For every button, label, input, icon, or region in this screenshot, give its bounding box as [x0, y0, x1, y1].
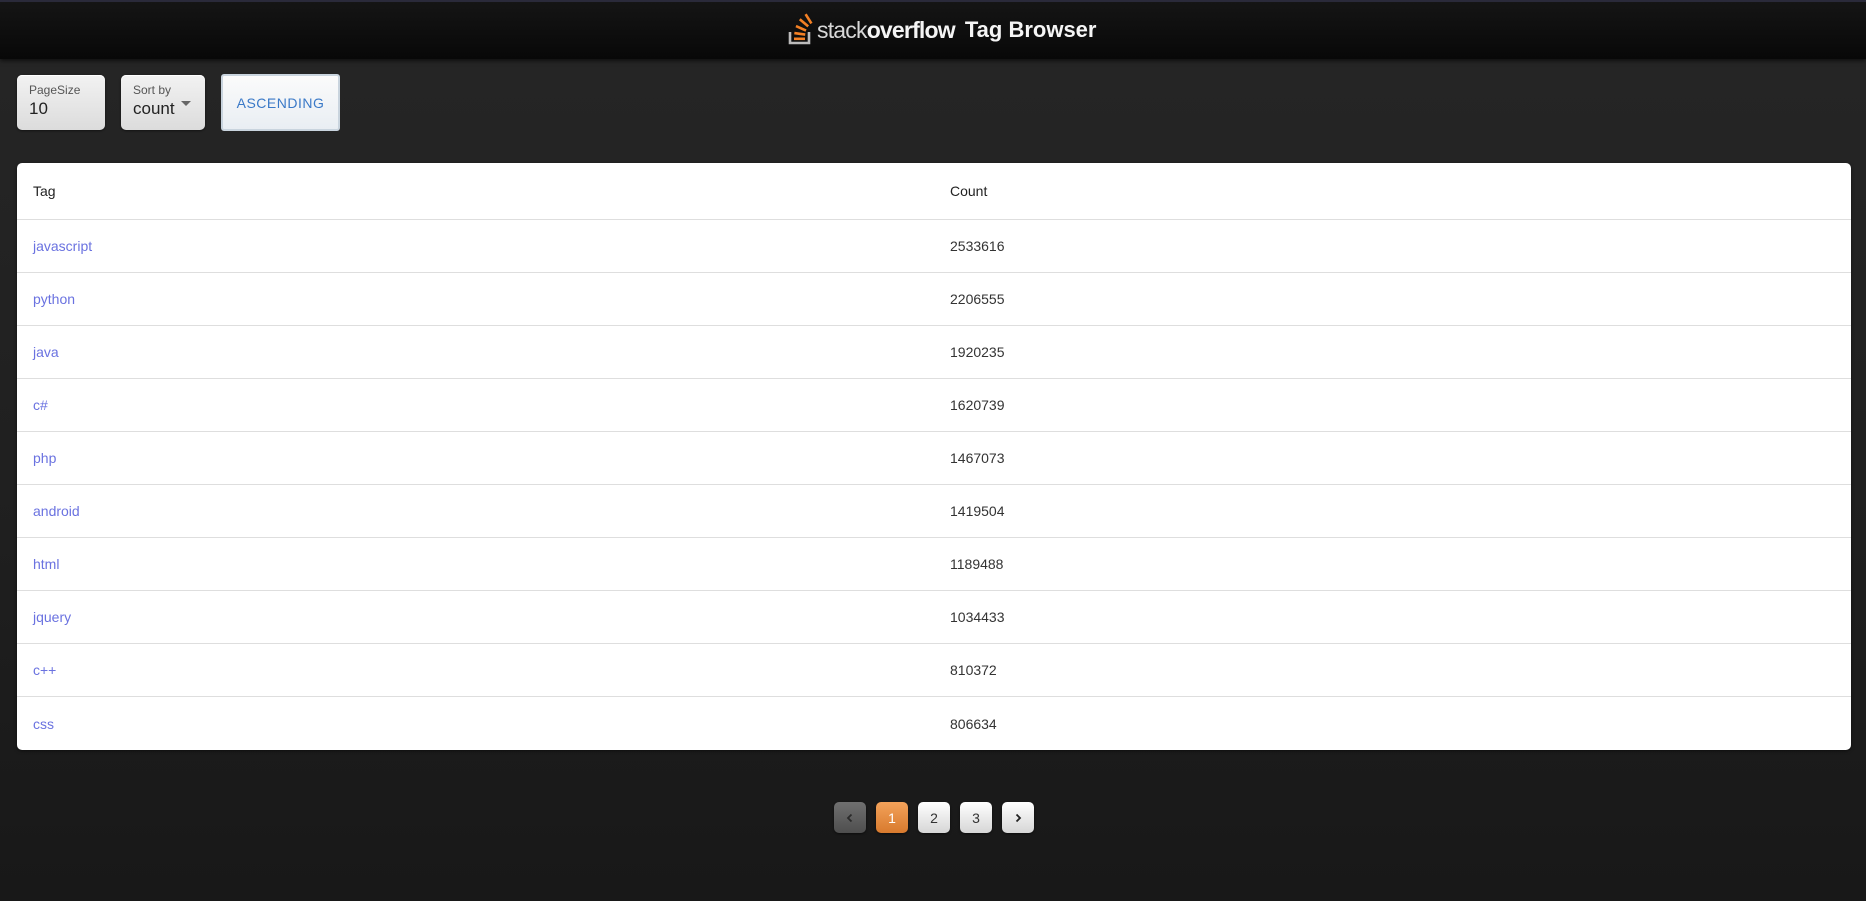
tag-link[interactable]: c#: [33, 397, 48, 413]
table-row: python 2206555: [17, 273, 1851, 326]
page-button-2[interactable]: 2: [918, 802, 950, 833]
tag-count: 1419504: [950, 503, 1005, 519]
column-header-tag[interactable]: Tag: [33, 163, 56, 219]
tag-link[interactable]: html: [33, 556, 59, 572]
tag-link[interactable]: java: [33, 344, 59, 360]
table-row: css 806634: [17, 697, 1851, 750]
stackoverflow-wordmark: stack overflow: [817, 16, 956, 44]
page-size-field[interactable]: PageSize 10: [17, 75, 105, 130]
page-button-3[interactable]: 3: [960, 802, 992, 833]
logo-stack-text: stack: [817, 16, 867, 43]
tag-count: 1920235: [950, 344, 1005, 360]
tags-table: Tag Count javascript 2533616 python 2206…: [17, 163, 1851, 750]
table-row: php 1467073: [17, 432, 1851, 485]
page-button-1[interactable]: 1: [876, 802, 908, 833]
table-row: javascript 2533616: [17, 220, 1851, 273]
table-header-row: Tag Count: [17, 163, 1851, 220]
stackoverflow-logo-icon: [788, 13, 813, 45]
brand: stack overflow Tag Browser: [787, 12, 1096, 48]
table-row: c++ 810372: [17, 644, 1851, 697]
tag-count: 1467073: [950, 450, 1005, 466]
top-bar: stack overflow Tag Browser: [0, 0, 1866, 59]
chevron-left-icon: [846, 813, 853, 822]
tag-link[interactable]: jquery: [33, 609, 71, 625]
tag-count: 810372: [950, 662, 997, 678]
table-row: android 1419504: [17, 485, 1851, 538]
table-row: java 1920235: [17, 326, 1851, 379]
next-page-button[interactable]: [1002, 802, 1034, 833]
sort-order-button[interactable]: ASCENDING: [221, 74, 340, 131]
caret-down-icon[interactable]: [181, 101, 191, 106]
tag-count: 1034433: [950, 609, 1005, 625]
tag-link[interactable]: css: [33, 716, 54, 732]
tag-link[interactable]: javascript: [33, 238, 92, 254]
tag-link[interactable]: c++: [33, 662, 56, 678]
tag-link[interactable]: python: [33, 291, 75, 307]
sort-by-select[interactable]: Sort by count: [121, 75, 205, 130]
tag-count: 806634: [950, 715, 997, 732]
controls-bar: PageSize 10 Sort by count ASCENDING: [17, 74, 340, 131]
tag-count: 1189488: [950, 556, 1004, 572]
sort-by-label: Sort by: [133, 83, 172, 97]
table-row: html 1189488: [17, 538, 1851, 591]
tag-count: 1620739: [950, 397, 1005, 413]
page-size-value[interactable]: 10: [29, 98, 93, 120]
chevron-right-icon: [1015, 813, 1022, 822]
tag-count: 2206555: [950, 291, 1005, 307]
tag-count: 2533616: [950, 238, 1005, 254]
logo-overflow-text: overflow: [866, 16, 956, 43]
table-row: c# 1620739: [17, 379, 1851, 432]
table-row: jquery 1034433: [17, 591, 1851, 644]
pagination: 1 2 3: [834, 802, 1044, 833]
tag-link[interactable]: php: [33, 450, 56, 466]
column-header-count[interactable]: Count: [950, 163, 987, 219]
prev-page-button[interactable]: [834, 802, 866, 833]
page-size-label: PageSize: [29, 83, 81, 97]
page-title: Tag Browser: [964, 17, 1097, 42]
tag-link[interactable]: android: [33, 503, 80, 519]
